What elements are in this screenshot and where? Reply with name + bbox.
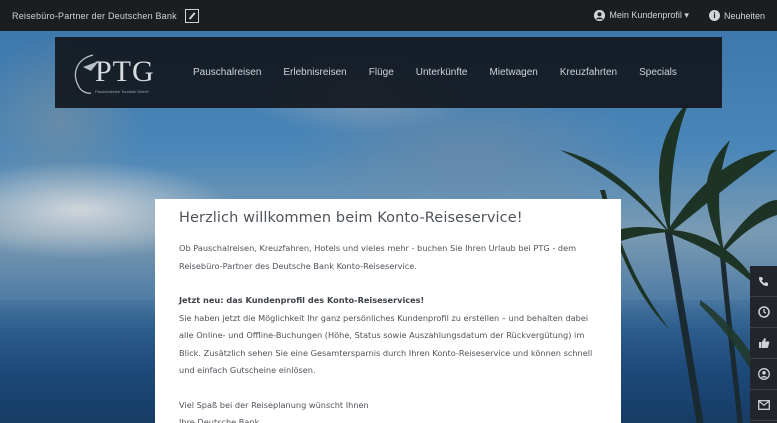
side-toolbar bbox=[750, 266, 777, 423]
logo-tagline: Pauschalreise Touristik GmbH bbox=[95, 89, 149, 94]
welcome-title: Herzlich willkommen beim Konto-Reiseserv… bbox=[179, 210, 523, 226]
phone-icon[interactable] bbox=[750, 266, 777, 297]
news-text: Sie haben jetzt die Möglichkeit Ihr ganz… bbox=[179, 312, 593, 376]
news-link[interactable]: i Neuheiten bbox=[708, 10, 765, 21]
partner-text: Reisebüro-Partner der Deutschen Bank bbox=[12, 10, 177, 21]
nav-item-erlebnisreisen[interactable]: Erlebnisreisen bbox=[283, 67, 346, 78]
main-navigation: PTG Pauschalreise Touristik GmbH Pauscha… bbox=[55, 37, 722, 108]
ptg-logo[interactable]: PTG Pauschalreise Touristik GmbH bbox=[69, 51, 159, 95]
user-circle-icon bbox=[594, 10, 606, 21]
envelope-icon[interactable] bbox=[750, 390, 777, 421]
nav-item-specials[interactable]: Specials bbox=[639, 67, 677, 78]
customer-profile-menu[interactable]: Mein Kundenprofil ▾ bbox=[594, 10, 689, 21]
welcome-body: Ob Pauschalreisen, Kreuzfahren, Hotels u… bbox=[179, 240, 604, 423]
top-bar-right: Mein Kundenprofil ▾ i Neuheiten bbox=[594, 0, 765, 31]
nav-item-fluege[interactable]: Flüge bbox=[369, 67, 394, 78]
logo-text: PTG bbox=[95, 55, 155, 88]
news-label: Neuheiten bbox=[723, 10, 765, 21]
thumbs-up-icon[interactable] bbox=[750, 328, 777, 359]
info-icon: i bbox=[708, 10, 720, 21]
nav-menu: Pauschalreisen Erlebnisreisen Flüge Unte… bbox=[193, 37, 699, 108]
welcome-intro: Ob Pauschalreisen, Kreuzfahren, Hotels u… bbox=[179, 243, 577, 271]
nav-item-pauschalreisen[interactable]: Pauschalreisen bbox=[193, 67, 261, 78]
welcome-card: Herzlich willkommen beim Konto-Reiseserv… bbox=[155, 199, 621, 423]
customer-profile-label: Mein Kundenprofil ▾ bbox=[609, 10, 689, 20]
user-icon[interactable] bbox=[750, 359, 777, 390]
nav-item-unterkuenfte[interactable]: Unterkünfte bbox=[416, 67, 468, 78]
clock-icon[interactable] bbox=[750, 297, 777, 328]
deutsche-bank-logo[interactable] bbox=[184, 8, 199, 23]
closing-text: Viel Spaß bei der Reiseplanung wünscht I… bbox=[179, 399, 369, 410]
news-heading: Jetzt neu: das Kundenprofil des Konto-Re… bbox=[179, 295, 425, 305]
nav-item-mietwagen[interactable]: Mietwagen bbox=[489, 67, 537, 78]
signature-text: Ihre Deutsche Bank bbox=[179, 417, 260, 423]
nav-item-kreuzfahrten[interactable]: Kreuzfahrten bbox=[560, 67, 617, 78]
top-bar: Reisebüro-Partner der Deutschen Bank Mei… bbox=[0, 0, 777, 31]
